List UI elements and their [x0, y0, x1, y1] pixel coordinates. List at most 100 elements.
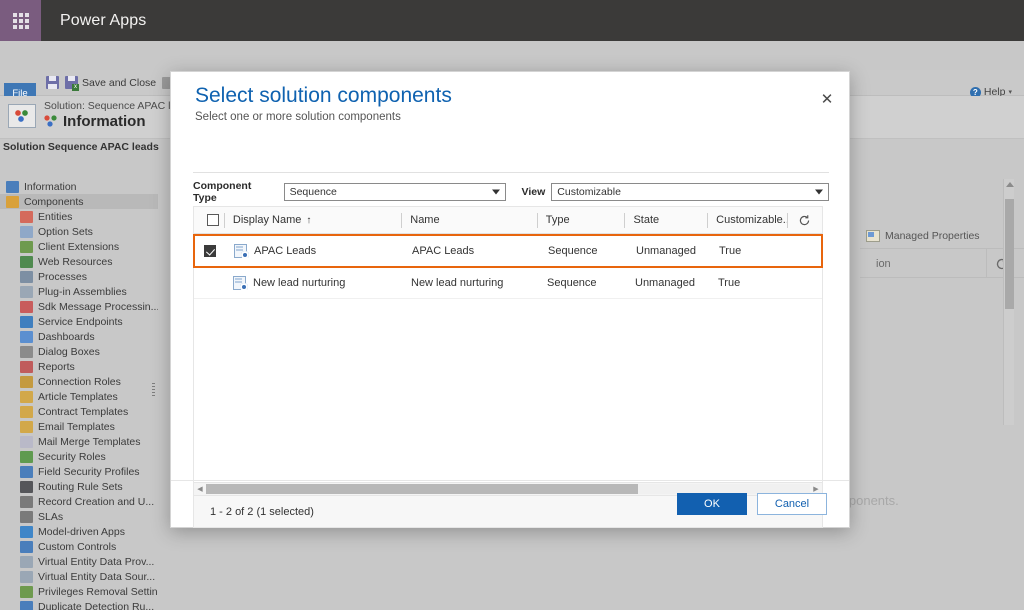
sidebar-item-label: Service Endpoints: [38, 315, 123, 328]
sidebar-item-label: Article Templates: [38, 390, 118, 403]
sidebar-item-model-driven-apps[interactable]: Model-driven Apps: [0, 524, 158, 539]
save-button[interactable]: [46, 76, 59, 89]
connection-roles-icon: [20, 375, 33, 388]
ok-button[interactable]: OK: [677, 493, 747, 515]
sidebar-item-service-endpoints[interactable]: Service Endpoints: [0, 314, 158, 329]
cell-text: Sequence: [548, 245, 598, 257]
sidebar-item-information[interactable]: Information: [0, 179, 158, 194]
row-select-cell[interactable]: [194, 277, 224, 289]
column-header-label: Name: [410, 214, 440, 226]
column-header-name[interactable]: Name: [401, 207, 537, 234]
view-value: Customizable: [557, 185, 621, 198]
sidebar-item-label: Virtual Entity Data Sour...: [38, 570, 156, 583]
sidebar-item-dialog-boxes[interactable]: Dialog Boxes: [0, 344, 158, 359]
sidebar-item-email-templates[interactable]: Email Templates: [0, 419, 158, 434]
article-templates-icon: [20, 390, 33, 403]
privileges-removal-icon: [20, 585, 33, 598]
form-subtitle: Solution: Sequence APAC le: [44, 100, 177, 112]
refresh-icon: [799, 214, 810, 225]
sidebar-item-sdk-message-processin[interactable]: Sdk Message Processin...: [0, 299, 158, 314]
column-header-customizable[interactable]: Customizable..: [707, 207, 789, 234]
cell-text: APAC Leads: [412, 245, 475, 257]
waffle-grid-shape: [12, 12, 29, 29]
plugin-assemblies-icon: [20, 285, 33, 298]
managed-properties-label: Managed Properties: [885, 230, 980, 242]
divider: [986, 248, 987, 278]
row-select-cell[interactable]: [195, 245, 225, 257]
select-all-cell[interactable]: [194, 207, 224, 234]
sidebar-item-duplicate-detection-ru[interactable]: Duplicate Detection Ru...: [0, 599, 158, 610]
column-header-label: Type: [545, 214, 570, 226]
column-header-type[interactable]: Type: [536, 207, 625, 234]
sidebar-item-web-resources[interactable]: Web Resources: [0, 254, 158, 269]
sidebar-item-label: Duplicate Detection Ru...: [38, 600, 155, 610]
app-launcher-grid-icon[interactable]: [0, 0, 41, 41]
save-and-close-button[interactable]: Save and Close: [65, 76, 156, 91]
sidebar-item-slas[interactable]: SLAs: [0, 509, 158, 524]
sidebar-item-contract-templates[interactable]: Contract Templates: [0, 404, 158, 419]
sidebar-item-routing-rule-sets[interactable]: Routing Rule Sets: [0, 479, 158, 494]
sidebar-item-mail-merge-templates[interactable]: Mail Merge Templates: [0, 434, 158, 449]
information-icon: [44, 115, 58, 128]
view-label: View: [521, 185, 546, 198]
sidebar-item-article-templates[interactable]: Article Templates: [0, 389, 158, 404]
sidebar-item-dashboards[interactable]: Dashboards: [0, 329, 158, 344]
left-nav-scrollbar[interactable]: [1003, 179, 1014, 425]
sidebar-item-label: Dashboards: [38, 330, 95, 343]
sidebar-item-processes[interactable]: Processes: [0, 269, 158, 284]
component-type-select[interactable]: Sequence: [283, 182, 506, 201]
sidebar-item-reports[interactable]: Reports: [0, 359, 158, 374]
components-icon: [6, 195, 19, 208]
sidebar-item-custom-controls[interactable]: Custom Controls: [0, 539, 158, 554]
sidebar-item-plug-in-assemblies[interactable]: Plug-in Assemblies: [0, 284, 158, 299]
sidebar-item-record-creation-and-u[interactable]: Record Creation and U...: [0, 494, 158, 509]
duplicate-detection-icon: [20, 600, 33, 610]
table-row[interactable]: APAC Leads APAC Leads Sequence Unmanaged Tru…: [193, 234, 823, 268]
close-icon[interactable]: ✕: [819, 92, 835, 107]
dialog-subtitle: Select one or more solution components: [195, 111, 401, 123]
sidebar-item-client-extensions[interactable]: Client Extensions: [0, 239, 158, 254]
cell-text: Unmanaged: [636, 245, 696, 257]
mail-merge-templates-icon: [20, 435, 33, 448]
sidebar-item-security-roles[interactable]: Security Roles: [0, 449, 158, 464]
scroll-up-icon[interactable]: [1006, 182, 1014, 187]
row-checkbox[interactable]: [204, 245, 216, 257]
sidebar-item-label: Mail Merge Templates: [38, 435, 141, 448]
chevron-down-icon: [491, 189, 500, 194]
cancel-button[interactable]: Cancel: [757, 493, 827, 515]
sidebar-item-connection-roles[interactable]: Connection Roles: [0, 374, 158, 389]
sidebar-item-label: Security Roles: [38, 450, 106, 463]
scrollbar-thumb[interactable]: [1005, 199, 1014, 309]
sidebar-item-virtual-entity-data-sour[interactable]: Virtual Entity Data Sour...: [0, 569, 158, 584]
component-type-value: Sequence: [289, 185, 337, 198]
view-select[interactable]: Customizable: [551, 182, 829, 201]
grid-refresh-button[interactable]: [787, 207, 822, 234]
sidebar-item-label: Dialog Boxes: [38, 345, 100, 358]
security-roles-icon: [20, 450, 33, 463]
column-header-state[interactable]: State: [624, 207, 707, 234]
pane-splitter-handle[interactable]: [152, 381, 157, 407]
entities-icon: [20, 210, 33, 223]
sidebar-item-field-security-profiles[interactable]: Field Security Profiles: [0, 464, 158, 479]
sidebar-item-entities[interactable]: Entities: [0, 209, 158, 224]
solution-icon: [8, 104, 36, 128]
column-header-label: Customizable..: [716, 214, 789, 226]
managed-properties-button[interactable]: Managed Properties: [866, 230, 980, 242]
sidebar-item-label: Model-driven Apps: [38, 525, 125, 538]
sidebar-item-label: Processes: [38, 270, 88, 283]
sidebar-item-components[interactable]: Components: [0, 194, 158, 209]
dialog-filters: Component Type Sequence View Customizabl…: [193, 172, 829, 204]
sdk-message-icon: [20, 300, 33, 313]
cell-text: New lead nurturing: [253, 277, 346, 289]
grid-header-row: Display Name ↑ Name Type State Customizable..: [194, 207, 822, 234]
sidebar-item-privileges-removal-setting[interactable]: Privileges Removal Setting: [0, 584, 158, 599]
save-icon: [46, 76, 59, 89]
app-title: Power Apps: [60, 11, 147, 29]
column-header-display-name[interactable]: Display Name ↑: [223, 207, 401, 234]
table-row[interactable]: New lead nurturing New lead nurturing Sequ…: [194, 268, 822, 299]
select-all-checkbox[interactable]: [207, 214, 220, 226]
record-creation-icon: [20, 495, 33, 508]
sidebar-item-option-sets[interactable]: Option Sets: [0, 224, 158, 239]
cell-text: True: [719, 245, 742, 257]
sidebar-item-virtual-entity-data-prov[interactable]: Virtual Entity Data Prov...: [0, 554, 158, 569]
